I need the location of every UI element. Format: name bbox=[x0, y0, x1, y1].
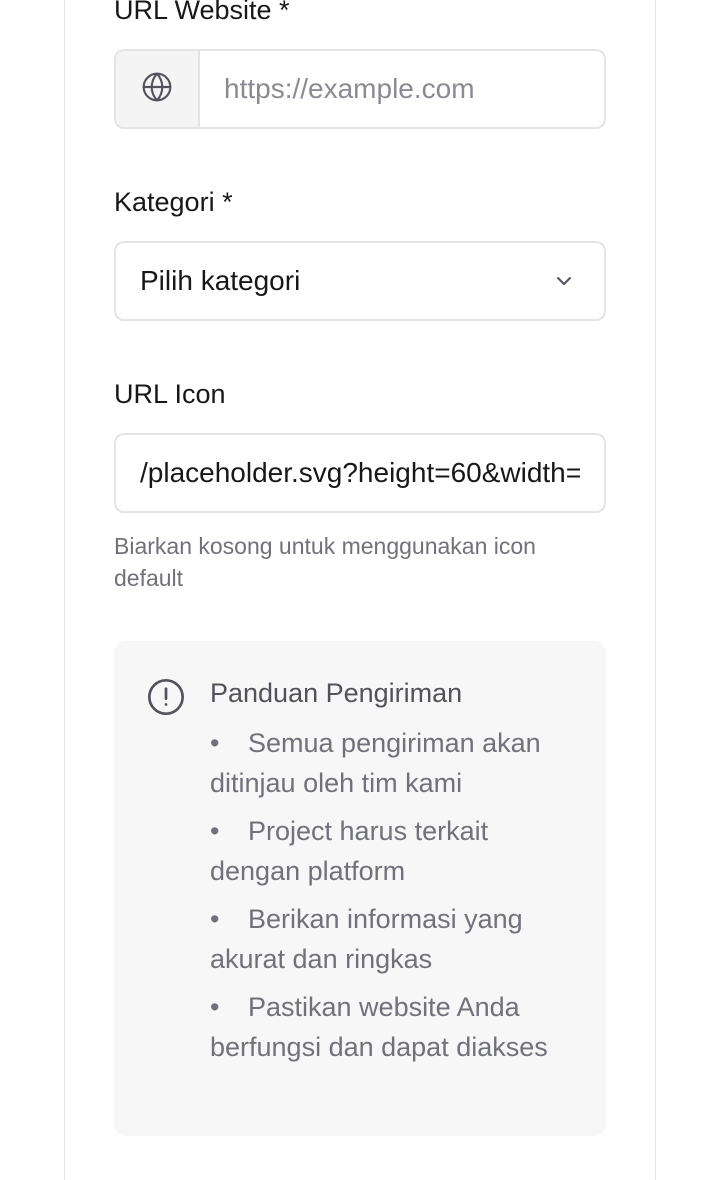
bullet: • bbox=[210, 904, 220, 934]
icon-url-label: URL Icon bbox=[114, 379, 226, 409]
website-url-field bbox=[114, 49, 606, 129]
guide-list-item: • Project harus terkait dengan platform bbox=[210, 811, 580, 891]
guide-list-item: • Semua pengiriman akan ditinjau oleh tim… bbox=[210, 723, 580, 803]
globe-icon bbox=[141, 71, 173, 108]
alert-circle-icon bbox=[146, 677, 186, 717]
guide-title: Panduan Pengiriman bbox=[210, 678, 463, 708]
guide-list-item: • Berikan informasi yang akurat dan ringk… bbox=[210, 899, 580, 979]
icon-url-input[interactable] bbox=[116, 435, 604, 511]
website-url-addon bbox=[116, 51, 200, 127]
chevron-down-icon bbox=[552, 269, 576, 293]
submission-guide: Panduan Pengiriman • Semua pengiriman aka… bbox=[114, 641, 606, 1136]
icon-url-field bbox=[114, 433, 606, 513]
bullet: • bbox=[210, 728, 220, 758]
category-select[interactable]: Pilih kategori bbox=[114, 241, 606, 321]
category-selected-value: Pilih kategori bbox=[140, 265, 301, 296]
guide-list: • Semua pengiriman akan ditinjau oleh tim… bbox=[210, 723, 580, 1075]
bullet: • bbox=[210, 992, 220, 1022]
website-url-input[interactable] bbox=[200, 51, 604, 127]
category-label: Kategori * bbox=[114, 187, 233, 217]
guide-list-item: • Pastikan website Anda berfungsi dan dap… bbox=[210, 987, 580, 1067]
icon-url-help-text: Biarkan kosong untuk menggunakan icon de… bbox=[114, 533, 536, 591]
bullet: • bbox=[210, 816, 220, 846]
website-url-label: URL Website * bbox=[114, 0, 290, 25]
